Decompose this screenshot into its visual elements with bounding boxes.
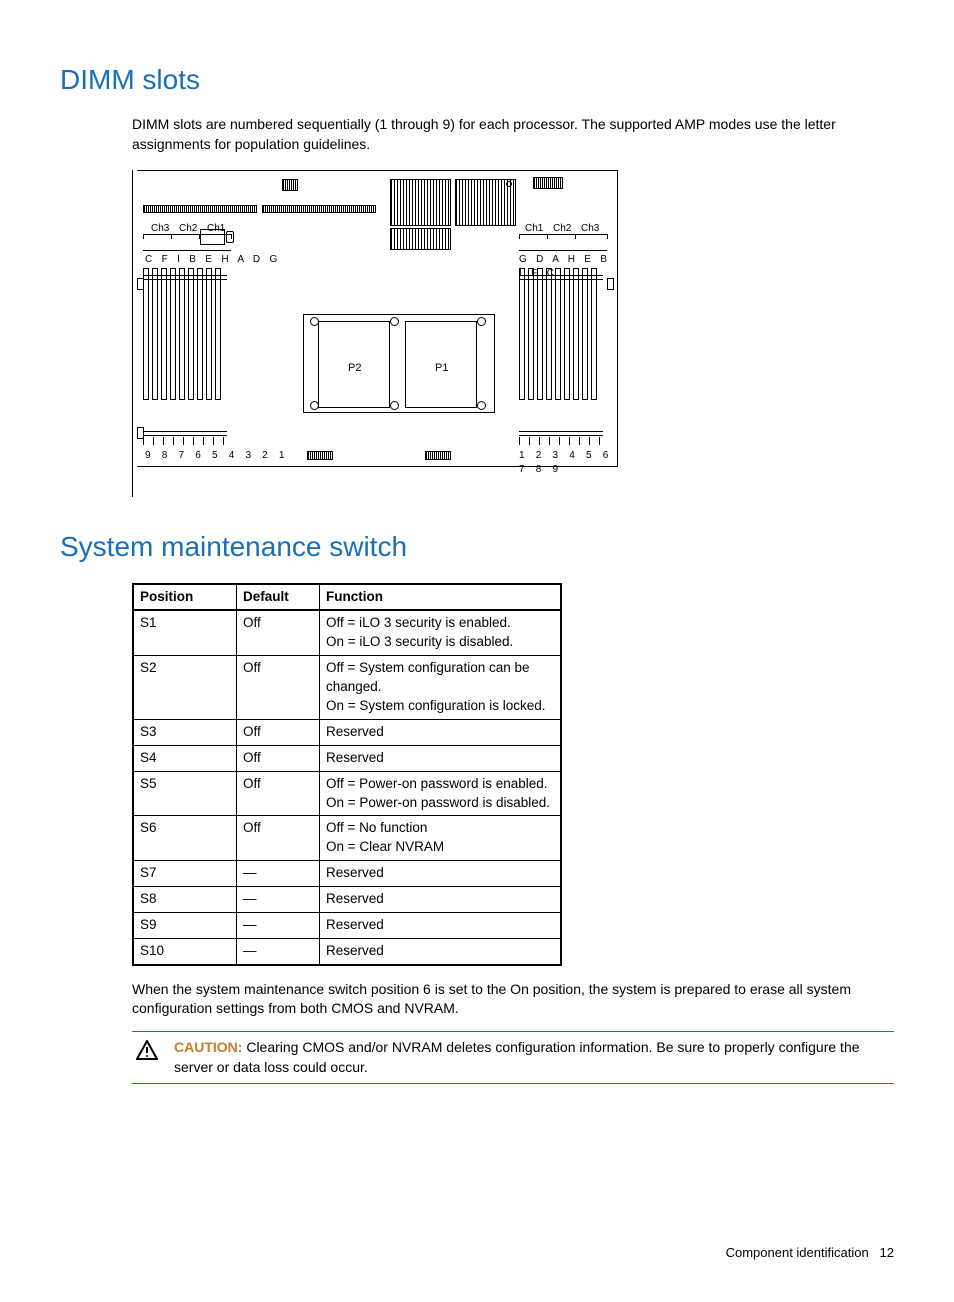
table-cell-function: Reserved xyxy=(320,719,562,745)
table-cell-function: Off = No functionOn = Clear NVRAM xyxy=(320,816,562,861)
table-row: S10—Reserved xyxy=(133,938,561,964)
table-cell-default: — xyxy=(237,913,320,939)
diagram-p1-label: P1 xyxy=(435,361,448,376)
caution-icon xyxy=(132,1038,158,1077)
table-row: S9—Reserved xyxy=(133,913,561,939)
table-cell-position: S4 xyxy=(133,745,237,771)
table-cell-default: — xyxy=(237,938,320,964)
table-cell-function: Reserved xyxy=(320,913,562,939)
table-cell-function: Off = Power-on password is enabled.On = … xyxy=(320,771,562,816)
table-cell-default: Off xyxy=(237,719,320,745)
diagram-dimm-bank-right xyxy=(519,268,600,400)
table-cell-function: Off = System configuration can be change… xyxy=(320,656,562,720)
table-cell-position: S7 xyxy=(133,861,237,887)
switch-table: Position Default Function S1OffOff = iLO… xyxy=(132,583,562,966)
table-cell-position: S10 xyxy=(133,938,237,964)
table-header-function: Function xyxy=(320,584,562,611)
dimm-intro-text: DIMM slots are numbered sequentially (1 … xyxy=(132,115,894,154)
footer-page-number: 12 xyxy=(880,1245,894,1260)
table-cell-function: Reserved xyxy=(320,938,562,964)
table-row: S7—Reserved xyxy=(133,861,561,887)
table-cell-default: Off xyxy=(237,816,320,861)
motherboard-diagram: Ch3 Ch2 Ch1 Ch1 Ch2 Ch3 C F I B E H A D … xyxy=(137,170,618,467)
switch-note-text: When the system maintenance switch posit… xyxy=(132,980,894,1019)
table-cell-default: Off xyxy=(237,745,320,771)
caution-text: Clearing CMOS and/or NVRAM deletes confi… xyxy=(174,1039,860,1075)
diagram-letters-left: C F I B E H A D G xyxy=(145,253,281,267)
caution-label: CAUTION: xyxy=(174,1039,242,1055)
table-header-position: Position xyxy=(133,584,237,611)
table-cell-position: S6 xyxy=(133,816,237,861)
table-cell-default: Off xyxy=(237,771,320,816)
table-row: S5OffOff = Power-on password is enabled.… xyxy=(133,771,561,816)
table-cell-default: Off xyxy=(237,656,320,720)
table-cell-position: S2 xyxy=(133,656,237,720)
table-cell-default: — xyxy=(237,861,320,887)
diagram-nums-right: 1 2 3 4 5 6 7 8 9 xyxy=(519,449,617,477)
table-cell-position: S1 xyxy=(133,610,237,655)
diagram-container: Ch3 Ch2 Ch1 Ch1 Ch2 Ch3 C F I B E H A D … xyxy=(132,170,894,497)
footer-section: Component identification xyxy=(726,1245,869,1260)
diagram-dimm-bank-left xyxy=(143,268,224,400)
diagram-p2-label: P2 xyxy=(348,361,361,376)
table-row: S3OffReserved xyxy=(133,719,561,745)
heading-system-maintenance-switch: System maintenance switch xyxy=(60,527,894,566)
caution-block: CAUTION: Clearing CMOS and/or NVRAM dele… xyxy=(132,1031,894,1084)
table-cell-function: Reserved xyxy=(320,861,562,887)
page-footer: Component identification 12 xyxy=(60,1244,894,1262)
table-cell-default: — xyxy=(237,887,320,913)
table-cell-position: S5 xyxy=(133,771,237,816)
table-row: S4OffReserved xyxy=(133,745,561,771)
diagram-nums-left: 9 8 7 6 5 4 3 2 1 xyxy=(145,449,289,463)
heading-dimm-slots: DIMM slots xyxy=(60,60,894,99)
table-cell-function: Reserved xyxy=(320,887,562,913)
table-row: S6OffOff = No functionOn = Clear NVRAM xyxy=(133,816,561,861)
table-cell-position: S9 xyxy=(133,913,237,939)
table-row: S2OffOff = System configuration can be c… xyxy=(133,656,561,720)
table-header-default: Default xyxy=(237,584,320,611)
table-cell-position: S3 xyxy=(133,719,237,745)
table-cell-position: S8 xyxy=(133,887,237,913)
table-cell-default: Off xyxy=(237,610,320,655)
table-cell-function: Reserved xyxy=(320,745,562,771)
table-row: S8—Reserved xyxy=(133,887,561,913)
table-row: S1OffOff = iLO 3 security is enabled.On … xyxy=(133,610,561,655)
table-cell-function: Off = iLO 3 security is enabled.On = iLO… xyxy=(320,610,562,655)
